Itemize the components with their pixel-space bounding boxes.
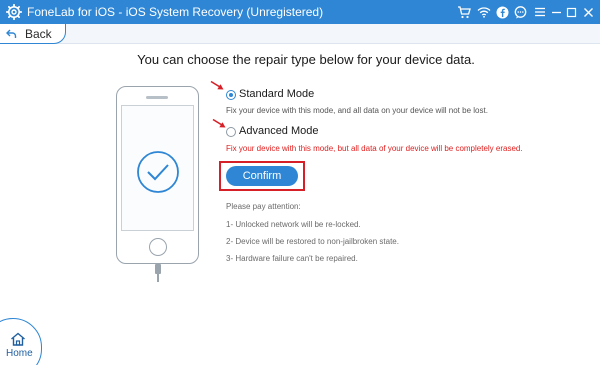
navigation-bar [0, 24, 600, 44]
page-heading: You can choose the repair type below for… [137, 52, 475, 67]
close-icon[interactable] [580, 4, 596, 20]
home-icon[interactable] [10, 332, 26, 346]
advanced-mode-description: Fix your device with this mode, but all … [226, 144, 523, 153]
phone-cable-connector [155, 264, 161, 274]
title-bar: FoneLab for iOS - iOS System Recovery (U… [0, 0, 600, 24]
wifi-icon[interactable] [476, 4, 492, 20]
cart-icon[interactable] [456, 4, 472, 20]
advanced-mode-radio[interactable] [226, 127, 236, 137]
red-arrow-icon [212, 118, 226, 128]
facebook-icon[interactable] [494, 4, 510, 20]
app-window: FoneLab for iOS - iOS System Recovery (U… [0, 0, 600, 365]
chat-icon[interactable] [512, 4, 528, 20]
menu-icon[interactable] [532, 4, 548, 20]
note-item: 2- Device will be restored to non-jailbr… [226, 237, 399, 246]
restore-icon[interactable] [563, 4, 579, 20]
phone-cable [157, 274, 159, 282]
back-arrow-icon [6, 29, 17, 38]
note-item: 3- Hardware failure can't be repaired. [226, 254, 358, 263]
note-item: 1- Unlocked network will be re-locked. [226, 220, 361, 229]
back-label: Back [25, 26, 52, 41]
phone-home-button [149, 238, 167, 256]
standard-mode-description: Fix your device with this mode, and all … [226, 106, 488, 115]
gear-icon [6, 4, 22, 20]
confirm-button[interactable]: Confirm [226, 166, 298, 186]
notes-title: Please pay attention: [226, 202, 301, 211]
red-arrow-icon [210, 80, 224, 90]
standard-mode-label[interactable]: Standard Mode [239, 88, 314, 100]
phone-speaker [146, 96, 168, 99]
home-label[interactable]: Home [6, 348, 33, 359]
minimize-icon[interactable] [548, 4, 564, 20]
checkmark-icon [137, 151, 179, 193]
window-title: FoneLab for iOS - iOS System Recovery (U… [27, 5, 324, 19]
back-button[interactable]: Back [0, 24, 66, 44]
advanced-mode-label[interactable]: Advanced Mode [239, 125, 319, 137]
standard-mode-radio[interactable] [226, 90, 236, 100]
